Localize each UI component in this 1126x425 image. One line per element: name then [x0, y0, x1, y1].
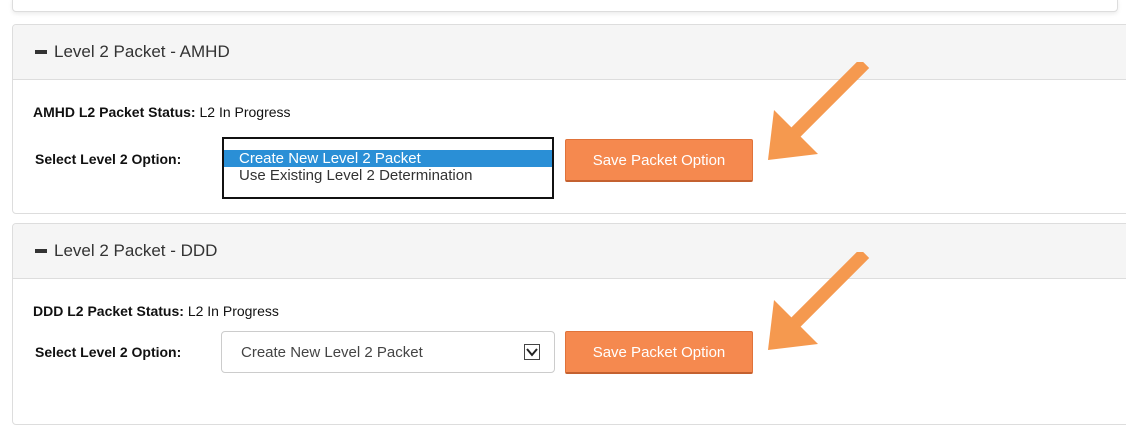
- status-label: AMHD L2 Packet Status:: [33, 104, 196, 120]
- level2-option-select[interactable]: Create New Level 2 Packet: [221, 331, 555, 373]
- status-value: L2 In Progress: [199, 104, 291, 120]
- status-line: AMHD L2 Packet Status: L2 In Progress: [33, 104, 291, 120]
- level2-option-listbox[interactable]: Create New Level 2 Packet Use Existing L…: [222, 137, 554, 199]
- panel-title: Level 2 Packet - AMHD: [54, 42, 230, 61]
- panel-header-ddd[interactable]: Level 2 Packet - DDD: [13, 224, 1126, 279]
- option-label: Select Level 2 Option:: [35, 344, 182, 360]
- previous-panel-edge: [12, 0, 1118, 12]
- arrow-icon: [768, 62, 870, 160]
- save-packet-option-button[interactable]: Save Packet Option: [565, 139, 753, 182]
- panel-title: Level 2 Packet - DDD: [54, 241, 218, 260]
- status-value: L2 In Progress: [187, 303, 279, 319]
- minus-icon[interactable]: [35, 249, 47, 253]
- panel-ddd: Level 2 Packet - DDD DDD L2 Packet Statu…: [12, 223, 1126, 425]
- listbox-option-selected[interactable]: Create New Level 2 Packet: [224, 150, 552, 167]
- listbox-option[interactable]: Use Existing Level 2 Determination: [224, 167, 552, 184]
- panel-amhd: Level 2 Packet - AMHD AMHD L2 Packet Sta…: [12, 24, 1126, 214]
- status-line: DDD L2 Packet Status: L2 In Progress: [33, 303, 279, 319]
- arrow-icon: [768, 252, 870, 350]
- save-packet-option-button[interactable]: Save Packet Option: [565, 331, 753, 374]
- minus-icon[interactable]: [35, 50, 47, 54]
- status-label: DDD L2 Packet Status:: [33, 303, 184, 319]
- panel-header-amhd[interactable]: Level 2 Packet - AMHD: [13, 25, 1126, 80]
- select-value: Create New Level 2 Packet: [241, 343, 423, 361]
- chevron-down-icon[interactable]: [524, 344, 540, 360]
- option-label: Select Level 2 Option:: [35, 151, 182, 167]
